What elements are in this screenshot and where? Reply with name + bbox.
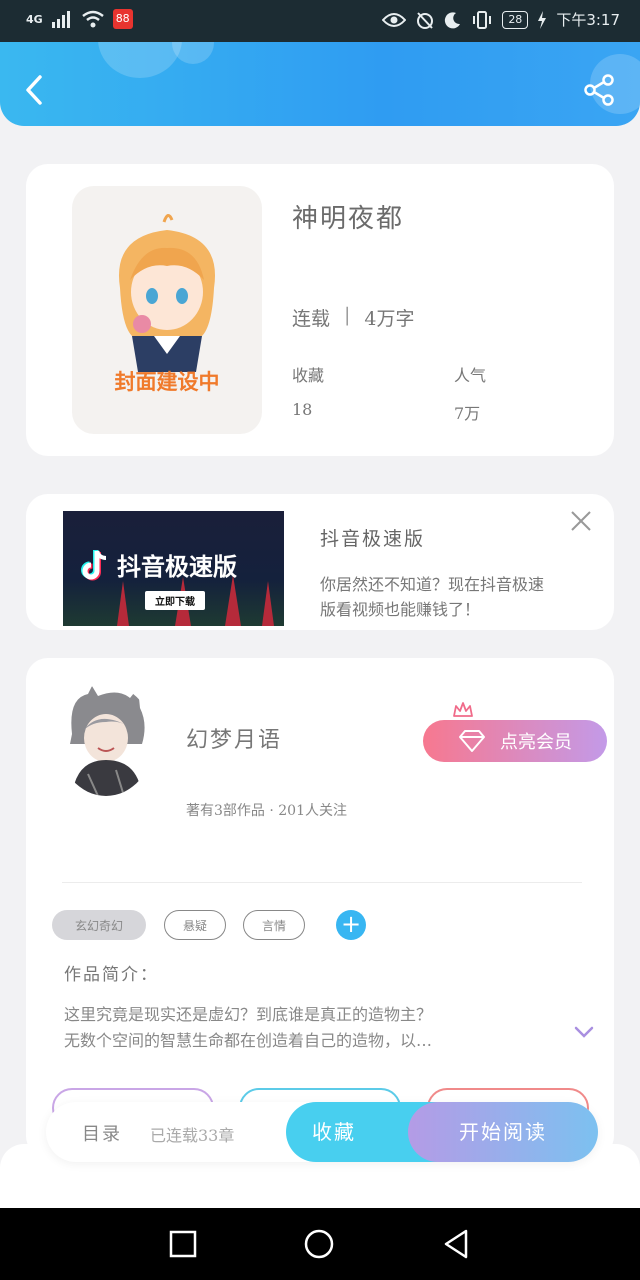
signal-icon [51,11,70,28]
intro-text: 这里究竟是现实还是虚幻？到底谁是真正的造物主？ 无数个空间的智慧生命都在创造着自… [64,1002,544,1054]
home-button[interactable] [303,1228,335,1260]
ad-close-button[interactable] [570,510,592,532]
catalog-button[interactable]: 目录 [82,1120,122,1146]
ad-banner[interactable]: 抖音极速版 立即下载 抖音极速版 你居然还不知道？现在抖音极速 版看视频也能赚钱… [26,494,614,630]
decorative-bubble [98,42,182,78]
separator: | [344,304,351,326]
circle-icon [304,1229,334,1259]
cover-placeholder-text: 封面建设中 [114,370,220,394]
book-status: 连载 [292,308,331,330]
tiktok-logo-icon [81,549,107,580]
charging-icon [538,10,547,29]
decorative-bubble [172,42,214,64]
author-card: 幻梦月语 著有3部作品 · 201人关注 点亮会员 玄幻奇幻 悬疑 言情 + 作… [26,658,614,1158]
ad-description-line: 你居然还不知道？现在抖音极速 [320,575,545,594]
share-button[interactable] [582,72,618,108]
book-cover[interactable]: 封面建设中 [72,186,262,434]
vibrate-icon [473,10,492,29]
status-bar: 4G 88 28 下午3:17 [0,0,640,42]
ad-description: 你居然还不知道？现在抖音极速 版看视频也能赚钱了！ [320,572,604,622]
app-header [0,42,640,126]
start-reading-button[interactable]: 开始阅读 [408,1102,598,1162]
author-name[interactable]: 幻梦月语 [186,722,282,754]
expand-intro-button[interactable] [574,1024,594,1038]
book-info-card: 封面建设中 神明夜都 连载 | 4万字 收藏 18 人气 7万 [26,164,614,456]
avatar-illustration [58,684,154,796]
network-label: 4G [26,12,43,26]
triangle-back-icon [444,1229,468,1259]
ad-brand-text: 抖音极速版 [117,553,237,581]
chevron-left-icon [26,75,42,105]
close-icon [571,511,591,531]
chapter-count: 已连载33章 [150,1126,235,1145]
popularity-value: 7万 [454,404,481,423]
app-notification-icon: 88 [112,9,133,29]
book-status-row: 连载 | 4万字 [292,304,415,331]
vip-button-label: 点亮会员 [500,732,572,753]
add-tag-button[interactable]: + [336,910,366,940]
book-title: 神明夜都 [292,204,405,234]
recent-apps-button[interactable] [167,1228,199,1260]
moon-icon [445,11,461,28]
eye-icon [382,12,407,27]
back-nav-button[interactable] [440,1228,472,1260]
chevron-down-icon [574,1026,594,1038]
word-count: 4万字 [364,308,415,330]
vip-button[interactable]: 点亮会员 [423,720,607,762]
clock: 下午3:17 [556,11,620,29]
alarm-off-icon [417,11,434,29]
intro-label: 作品简介： [64,965,159,985]
battery-icon: 28 [502,10,529,29]
genre-tag[interactable]: 悬疑 [164,910,226,940]
ad-download-button[interactable]: 立即下载 [145,591,205,610]
author-meta: 著有3部作品 · 201人关注 [186,803,347,819]
favorites-label: 收藏 [292,366,325,385]
bottom-action-bar: 目录 已连载33章 收藏 开始阅读 [46,1102,598,1162]
genre-tag[interactable]: 言情 [243,910,305,940]
intro-line: 无数个空间的智慧生命都在创造着自己的造物，以… [64,1031,433,1050]
share-icon [584,74,614,106]
cover-illustration [118,214,216,372]
divider [62,882,582,883]
genre-tag[interactable]: 玄幻奇幻 [52,910,146,940]
ad-brand: 抖音极速版 [81,547,237,582]
square-icon [169,1230,197,1258]
ad-title: 抖音极速版 [320,528,426,550]
crown-icon [453,702,473,717]
ad-description-line: 版看视频也能赚钱了！ [320,600,481,619]
system-nav-bar [0,1208,640,1280]
ad-image[interactable]: 抖音极速版 立即下载 [63,511,284,626]
favorites-value: 18 [292,400,313,419]
wifi-icon [81,10,104,28]
intro-line: 这里究竟是现实还是虚幻？到底谁是真正的造物主？ [64,1005,433,1024]
diamond-icon [459,730,485,752]
popularity-label: 人气 [454,366,487,385]
back-button[interactable] [18,72,50,108]
author-avatar[interactable] [58,684,154,796]
